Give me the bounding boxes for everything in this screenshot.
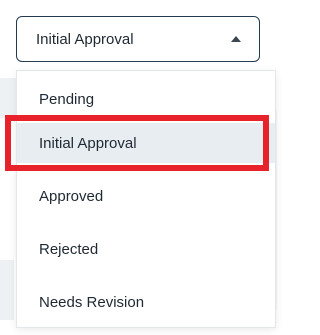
- status-dropdown-menu: Pending Initial Approval Approved Reject…: [16, 70, 276, 328]
- option-needs-revision[interactable]: Needs Revision: [17, 282, 275, 322]
- page: Initial Approval Pending Initial Approva…: [0, 0, 277, 335]
- background-panel: [0, 260, 14, 320]
- option-rejected[interactable]: Rejected: [17, 229, 275, 269]
- option-approved[interactable]: Approved: [17, 176, 275, 216]
- option-pending[interactable]: Pending: [17, 83, 275, 115]
- caret-up-icon: [231, 36, 241, 42]
- status-select[interactable]: Initial Approval: [16, 16, 260, 62]
- status-select-value: Initial Approval: [36, 30, 134, 48]
- option-initial-approval[interactable]: Initial Approval: [17, 123, 275, 163]
